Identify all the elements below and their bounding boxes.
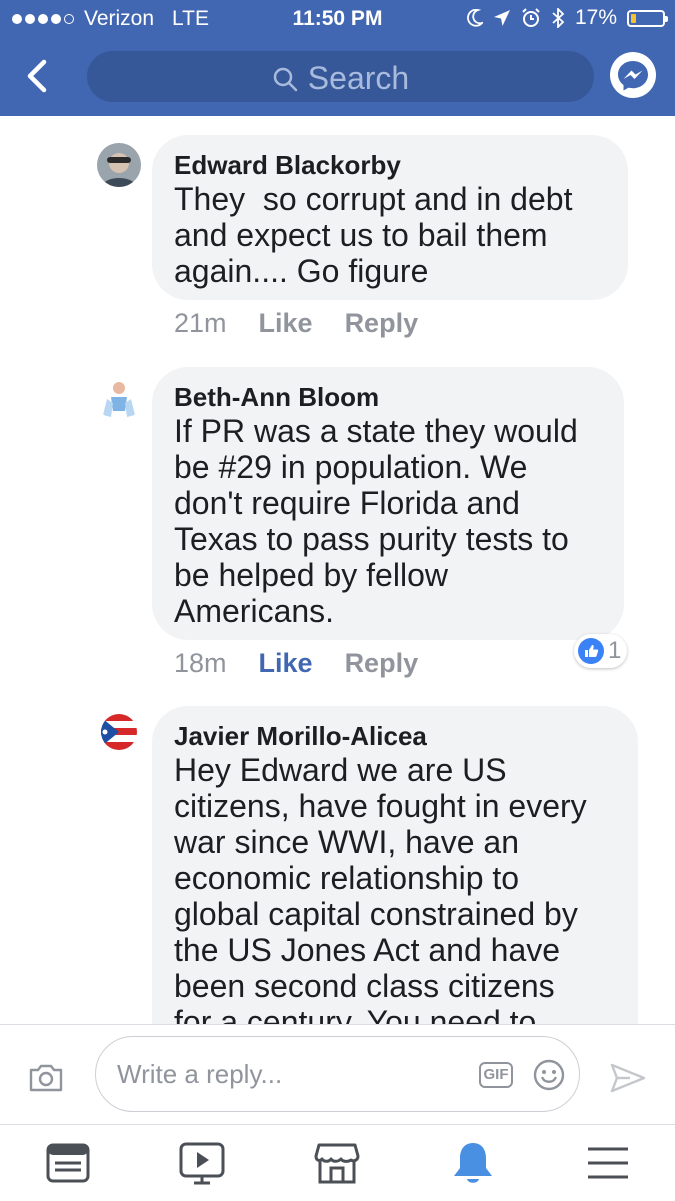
camera-icon [29,1064,63,1092]
reply-composer: Write a reply... GIF [0,1024,675,1125]
battery-icon [627,9,668,27]
bottom-tab-bar [0,1124,675,1201]
comment-timestamp: 18m [174,648,227,678]
send-icon [610,1063,646,1093]
tab-menu[interactable] [584,1139,632,1187]
comment-author[interactable]: Beth-Ann Bloom [174,381,604,413]
comment-actions: 21m Like Reply [174,308,418,339]
tab-marketplace[interactable] [313,1139,361,1187]
like-button[interactable]: Like [259,648,313,679]
moon-icon [467,9,483,27]
smiley-icon [533,1059,565,1091]
avatar[interactable] [97,143,141,187]
search-bar[interactable]: Search [87,51,594,102]
comment-timestamp: 21m [174,308,227,338]
alarm-icon [522,8,540,27]
menu-icon [588,1147,628,1179]
comment-text: Hey Edward we are US citizens, have foug… [174,752,587,1040]
search-icon [273,67,298,91]
gif-button[interactable]: GIF [479,1062,513,1088]
status-bar: Verizon LTE 11:50 PM 17% [0,0,675,38]
reply-placeholder: Write a reply... [117,1059,283,1089]
reply-button[interactable]: Reply [345,308,419,339]
reaction-summary[interactable]: 1 [574,634,628,668]
send-button[interactable] [610,1063,646,1098]
avatar[interactable] [97,377,141,421]
notifications-icon [454,1143,492,1183]
emoji-button[interactable] [533,1059,565,1096]
avatar[interactable] [97,713,141,757]
like-reaction-icon [578,638,604,664]
messenger-button[interactable] [610,52,656,98]
comment-bubble: Beth-Ann Bloom If PR was a state they wo… [152,367,624,640]
tab-video[interactable] [178,1139,226,1187]
reply-button[interactable]: Reply [345,648,419,679]
tab-news-feed[interactable] [44,1139,92,1187]
marketplace-icon [314,1143,360,1184]
video-icon [179,1142,225,1185]
like-button[interactable]: Like [259,308,313,339]
battery-percent: 17% [574,6,617,29]
comment-text: If PR was a state they would be #29 in p… [174,413,578,629]
news-feed-icon [46,1143,90,1183]
comment-bubble: Edward Blackorby They so corrupt and in … [152,135,628,300]
location-arrow-icon [493,10,510,26]
reply-input[interactable]: Write a reply... GIF [95,1036,580,1112]
bluetooth-icon [552,8,565,28]
back-button[interactable] [20,54,60,98]
back-chevron-icon [27,59,47,93]
comment-bubble: Javier Morillo-Alicea Hey Edward we are … [152,706,638,1066]
messenger-icon [618,61,648,91]
comment-actions: 18m Like Reply [174,648,418,679]
comment-author[interactable]: Edward Blackorby [174,149,608,181]
comment-author[interactable]: Javier Morillo-Alicea [174,720,618,752]
top-header: Verizon LTE 11:50 PM 17% Search [0,0,675,116]
comment-text: They so corrupt and in debt and expect u… [174,181,573,289]
search-placeholder: Search [307,60,410,96]
reaction-count: 1 [608,637,622,664]
camera-button[interactable] [28,1063,64,1098]
tab-notifications[interactable] [449,1139,497,1187]
